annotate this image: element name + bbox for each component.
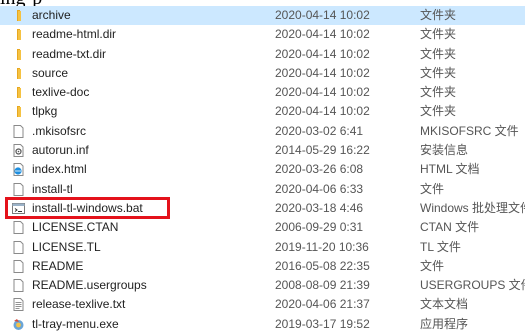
file-modified-date: 2019-11-20 10:36 — [275, 239, 369, 254]
folder-icon — [12, 64, 26, 83]
file-row[interactable]: readme-txt.dir 2020-04-14 10:02 文件夹 — [0, 45, 525, 64]
text-file-icon — [12, 295, 26, 314]
blank-file-icon — [12, 257, 26, 276]
file-modified-date: 2020-03-26 6:08 — [275, 162, 364, 177]
file-type: 文件夹 — [420, 27, 457, 42]
file-type: 文件夹 — [420, 8, 457, 22]
exe-icon — [12, 315, 26, 334]
blank-file-icon — [12, 238, 26, 257]
file-name[interactable]: install-tl-windows.bat — [32, 199, 262, 218]
file-row[interactable]: source 2020-04-14 10:02 文件夹 — [0, 64, 525, 83]
file-name[interactable]: release-texlive.txt — [32, 295, 262, 314]
file-name[interactable]: .mkisofsrc — [32, 122, 262, 141]
file-name[interactable]: readme-html.dir — [32, 25, 262, 44]
file-list: archive 2020-04-14 10:02 文件夹 readme-html.di… — [0, 6, 525, 334]
batch-file-icon — [12, 199, 26, 218]
file-name[interactable]: tlpkg — [32, 102, 262, 121]
file-type: 文本文档 — [420, 297, 469, 312]
file-type: 文件 — [420, 258, 445, 273]
file-row[interactable]: LICENSE.TL 2019-11-20 10:36 TL 文件 — [0, 238, 525, 257]
file-row[interactable]: readme-html.dir 2020-04-14 10:02 文件夹 — [0, 25, 525, 44]
file-row[interactable]: release-texlive.txt 2020-04-06 21:37 文本文档 — [0, 295, 525, 314]
file-name[interactable]: tl-tray-menu.exe — [32, 315, 262, 334]
file-name[interactable]: readme-txt.dir — [32, 45, 262, 64]
folder-icon — [12, 83, 26, 102]
file-name[interactable]: README — [32, 257, 262, 276]
file-type: CTAN 文件 — [420, 220, 480, 235]
file-row[interactable]: README 2016-05-08 22:35 文件 — [0, 257, 525, 276]
file-row[interactable]: LICENSE.CTAN 2006-09-29 0:31 CTAN 文件 — [0, 218, 525, 237]
file-modified-date: 2020-04-14 10:02 — [275, 65, 370, 80]
file-modified-date: 2014-05-29 16:22 — [275, 143, 370, 158]
file-name[interactable]: install-tl — [32, 180, 262, 199]
file-row[interactable]: tlpkg 2020-04-14 10:02 文件夹 — [0, 102, 525, 121]
file-modified-date: 2016-05-08 22:35 — [275, 258, 370, 273]
file-modified-date: 2019-03-17 19:52 — [275, 316, 370, 331]
file-type: 文件 — [420, 181, 445, 196]
file-type: 文件夹 — [420, 46, 457, 61]
file-row[interactable]: archive 2020-04-14 10:02 文件夹 — [0, 6, 525, 26]
file-modified-date: 2020-04-14 10:02 — [275, 27, 370, 42]
file-name[interactable]: LICENSE.CTAN — [32, 218, 262, 237]
file-name[interactable]: archive — [32, 6, 262, 25]
file-row[interactable]: .mkisofsrc 2020-03-02 6:41 MKISOFSRC 文件 — [0, 122, 525, 141]
file-row[interactable]: install-tl 2020-04-06 6:33 文件 — [0, 180, 525, 199]
folder-icon — [12, 25, 26, 44]
file-type: MKISOFSRC 文件 — [420, 123, 519, 138]
file-name[interactable]: index.html — [32, 160, 262, 179]
file-name[interactable]: autorun.inf — [32, 141, 262, 160]
blank-file-icon — [12, 276, 26, 295]
file-modified-date: 2020-04-14 10:02 — [275, 8, 370, 22]
folder-icon — [12, 45, 26, 64]
file-type: HTML 文档 — [420, 162, 480, 177]
browser-file-icon — [12, 160, 26, 179]
file-type: 应用程序 — [420, 316, 469, 331]
file-row[interactable]: tl-tray-menu.exe 2019-03-17 19:52 应用程序 — [0, 315, 525, 334]
file-row[interactable]: install-tl-windows.bat 2020-03-18 4:46 Win… — [0, 199, 525, 218]
file-row[interactable]: texlive-doc 2020-04-14 10:02 文件夹 — [0, 83, 525, 102]
folder-icon — [12, 102, 26, 121]
file-row[interactable]: index.html 2020-03-26 6:08 HTML 文档 — [0, 160, 525, 179]
file-type: Windows 批处理文件 — [420, 200, 525, 215]
blank-file-icon — [12, 180, 26, 199]
file-modified-date: 2020-03-02 6:41 — [275, 123, 364, 138]
file-type: 安装信息 — [420, 143, 469, 158]
blank-file-icon — [12, 218, 26, 237]
file-modified-date: 2020-04-14 10:02 — [275, 85, 370, 100]
file-name[interactable]: LICENSE.TL — [32, 238, 262, 257]
file-modified-date: 2020-04-14 10:02 — [275, 104, 370, 119]
file-modified-date: 2020-03-18 4:46 — [275, 200, 364, 215]
file-type: 文件夹 — [420, 104, 457, 119]
file-type: USERGROUPS 文件 — [420, 278, 525, 293]
file-row[interactable]: autorun.inf 2014-05-29 16:22 安装信息 — [0, 141, 525, 160]
file-modified-date: 2006-09-29 0:31 — [275, 220, 364, 235]
file-name[interactable]: README.usergroups — [32, 276, 262, 295]
folder-icon — [12, 6, 26, 25]
file-name[interactable]: source — [32, 64, 262, 83]
file-modified-date: 2020-04-06 21:37 — [275, 297, 370, 312]
file-row[interactable]: README.usergroups 2008-08-09 21:39 USERGRO… — [0, 276, 525, 295]
file-name[interactable]: texlive-doc — [32, 83, 262, 102]
file-type: 文件夹 — [420, 85, 457, 100]
file-type: 文件夹 — [420, 65, 457, 80]
file-modified-date: 2020-04-14 10:02 — [275, 46, 370, 61]
blank-file-icon — [12, 122, 26, 141]
file-type: TL 文件 — [420, 239, 461, 254]
file-modified-date: 2020-04-06 6:33 — [275, 181, 364, 196]
setup-info-icon — [12, 141, 26, 160]
file-modified-date: 2008-08-09 21:39 — [275, 278, 370, 293]
